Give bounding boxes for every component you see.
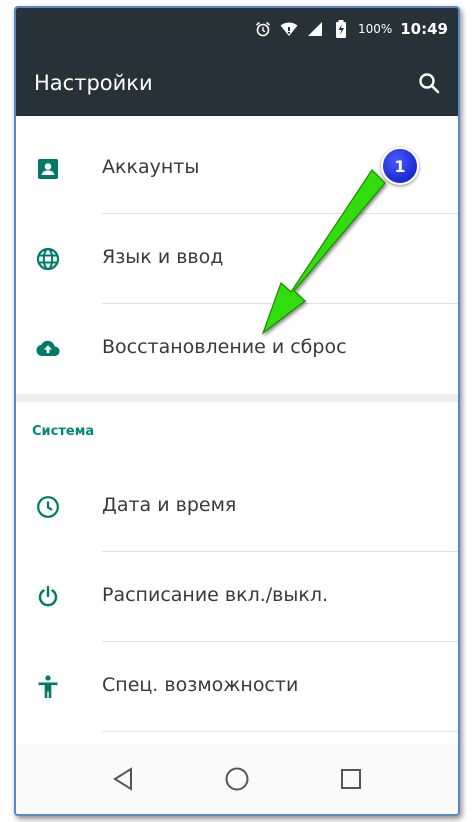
battery-icon	[332, 20, 350, 38]
search-icon[interactable]	[418, 72, 440, 94]
wifi-icon	[280, 20, 298, 38]
settings-item-label: Дата и время	[102, 494, 237, 516]
settings-item-backup-reset[interactable]: Восстановление и сброс	[16, 304, 458, 394]
back-icon[interactable]	[103, 759, 143, 799]
settings-section-system: Система Дата и время Расписание вкл./вык…	[16, 402, 458, 748]
settings-item-label: Расписание вкл./выкл.	[102, 584, 329, 606]
phone-screen: 100% 10:49 Настройки Аккаунты Язык и вво…	[14, 6, 460, 816]
section-header: Система	[32, 424, 95, 439]
alarm-icon	[254, 20, 272, 38]
cloud-upload-icon	[36, 337, 60, 361]
accessibility-icon	[36, 675, 60, 699]
navigation-bar	[16, 744, 458, 814]
settings-item-label: Язык и ввод	[102, 246, 224, 268]
status-time: 10:49	[400, 20, 448, 38]
status-bar: 100% 10:49	[16, 8, 458, 50]
home-icon[interactable]	[217, 759, 257, 799]
settings-item-date-time[interactable]: Дата и время	[16, 462, 458, 552]
account-icon	[36, 157, 60, 181]
recents-icon[interactable]	[331, 759, 371, 799]
settings-item-label: Спец. возможности	[102, 674, 299, 696]
signal-icon	[306, 20, 324, 38]
page-title: Настройки	[34, 71, 153, 95]
annotation-badge: 1	[381, 147, 419, 185]
globe-icon	[36, 247, 60, 271]
clock-icon	[36, 495, 60, 519]
settings-item-power-schedule[interactable]: Расписание вкл./выкл.	[16, 552, 458, 642]
power-icon	[36, 585, 60, 609]
settings-item-label: Восстановление и сброс	[102, 336, 347, 358]
settings-item-accessibility[interactable]: Спец. возможности	[16, 642, 458, 732]
settings-item-language[interactable]: Язык и ввод	[16, 214, 458, 304]
battery-percent: 100%	[357, 22, 393, 36]
section-separator	[16, 394, 458, 402]
settings-item-label: Аккаунты	[102, 156, 200, 178]
app-bar: Настройки	[16, 50, 458, 116]
divider	[102, 731, 458, 732]
